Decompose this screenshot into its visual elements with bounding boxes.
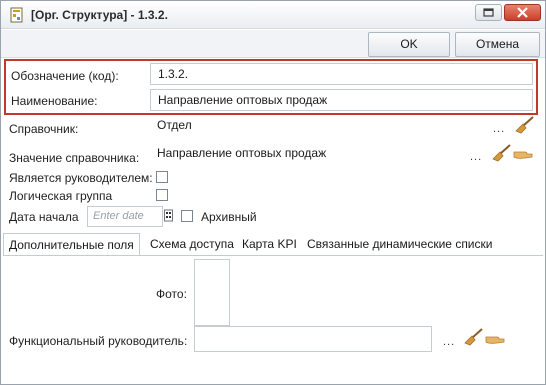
functional-manager-field[interactable]	[194, 326, 432, 352]
cancel-button[interactable]: Отмена	[455, 32, 540, 57]
toolbar: OK Отмена	[1, 30, 545, 58]
dialog-window: [Орг. Структура] - 1.3.2. OK Отмена Обоз…	[0, 0, 546, 385]
logical-group-checkbox[interactable]	[156, 189, 168, 201]
directory-value-label: Значение справочника:	[9, 151, 140, 165]
start-date-label: Дата начала	[9, 210, 79, 224]
broom-clear-icon[interactable]	[513, 116, 535, 134]
functional-manager-label: Функциональный руководитель:	[9, 334, 188, 348]
code-field[interactable]: 1.3.2.	[150, 63, 533, 85]
photo-box[interactable]	[194, 259, 230, 326]
restore-button[interactable]	[475, 4, 502, 21]
archived-checkbox[interactable]	[181, 210, 193, 222]
is-manager-checkbox[interactable]	[156, 171, 168, 183]
archived-label: Архивный	[201, 210, 257, 224]
directory-select-button[interactable]: ...	[493, 123, 505, 135]
photo-label: Фото:	[156, 287, 187, 301]
restore-window-icon	[483, 8, 494, 17]
broom-clear-icon[interactable]	[490, 144, 512, 162]
tab-linked-lists[interactable]: Связанные динамические списки	[302, 233, 497, 255]
tab-strip: Дополнительные поля Схема доступа Карта …	[3, 233, 543, 256]
directory-label: Справочник:	[9, 122, 79, 136]
hand-pointer-icon[interactable]	[485, 333, 505, 345]
calendar-icon[interactable]	[164, 208, 173, 223]
broom-clear-icon[interactable]	[462, 328, 484, 346]
directory-value-field[interactable]: Направление оптовых продаж	[150, 144, 490, 166]
title-bar: [Орг. Структура] - 1.3.2.	[1, 1, 545, 29]
tab-kpi-map[interactable]: Карта KPI	[237, 233, 302, 255]
close-button[interactable]	[504, 4, 541, 21]
name-label: Наименование:	[11, 94, 98, 108]
ok-button[interactable]: OK	[368, 32, 450, 57]
start-date-input[interactable]: Enter date	[87, 206, 163, 227]
name-field[interactable]: Направление оптовых продаж	[150, 89, 533, 111]
tab-access-scheme[interactable]: Схема доступа	[145, 233, 239, 255]
tab-panel-extra-fields	[3, 255, 543, 384]
directory-value-select-button[interactable]: ...	[470, 151, 482, 163]
window-title: [Орг. Структура] - 1.3.2.	[31, 8, 168, 22]
close-window-icon	[517, 7, 528, 18]
logical-group-label: Логическая группа	[9, 189, 113, 203]
code-label: Обозначение (код):	[11, 69, 119, 83]
document-org-icon	[10, 7, 23, 23]
is-manager-label: Является руководителем:	[9, 171, 153, 185]
tab-extra-fields[interactable]: Дополнительные поля	[3, 233, 140, 256]
hand-pointer-icon[interactable]	[513, 148, 533, 160]
functional-manager-select-button[interactable]: ...	[443, 336, 455, 348]
directory-field[interactable]: Отдел	[150, 116, 511, 138]
